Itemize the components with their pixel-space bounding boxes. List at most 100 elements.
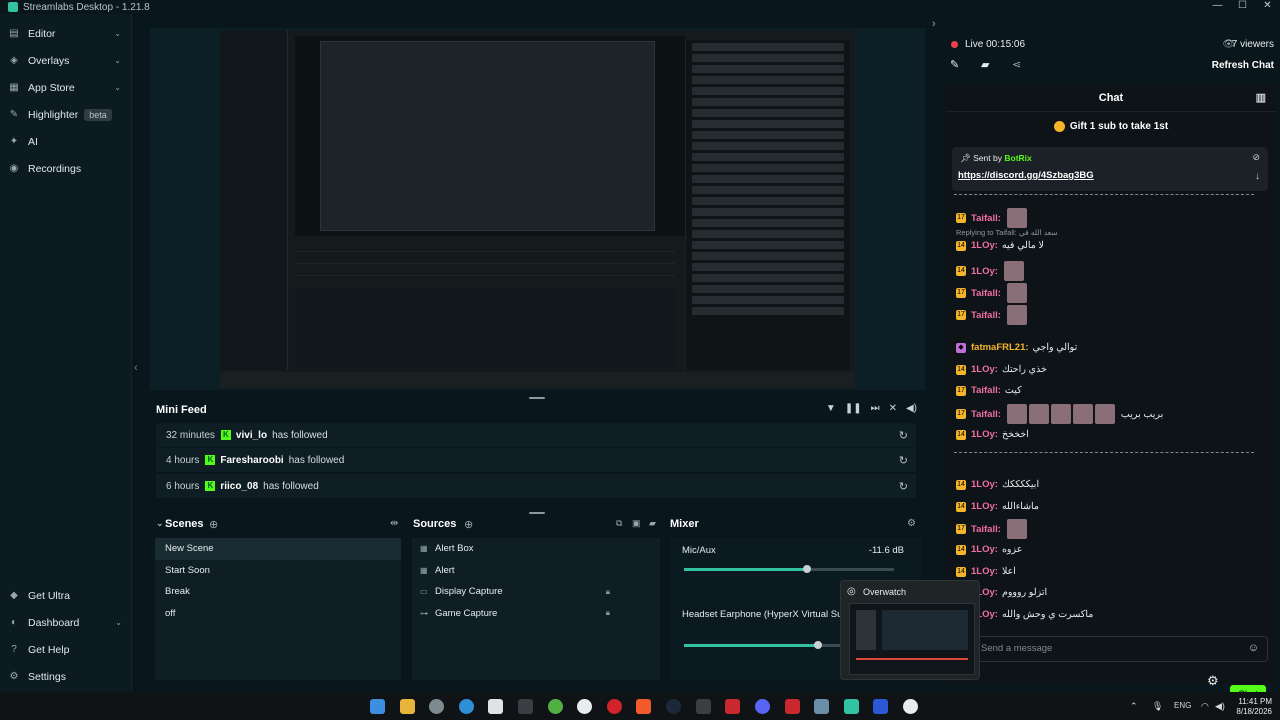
- chat-nick[interactable]: fatmaFRL21:: [971, 342, 1029, 353]
- sidebar-item-ai[interactable]: ✦ AI: [0, 128, 131, 155]
- source-group-icon[interactable]: ▣: [632, 518, 641, 529]
- expand-chat-icon[interactable]: ›: [932, 18, 936, 30]
- app-icon[interactable]: [577, 699, 592, 714]
- source-item[interactable]: ⊶ Game Capture 🔒︎: [412, 603, 660, 625]
- chat-nick[interactable]: 1LOy:: [971, 501, 998, 512]
- chat-settings-icon[interactable]: ⚙: [1207, 673, 1219, 689]
- emote: [1003, 261, 1024, 281]
- feed-event-time: 6 hours: [166, 480, 200, 492]
- volume-icon[interactable]: ◀): [906, 403, 917, 414]
- replay-icon[interactable]: ↻: [899, 429, 908, 442]
- sidebar-item-dashboard[interactable]: ◐ Dashboard ⌄: [0, 609, 132, 636]
- source-settings-icon[interactable]: ⧉: [616, 518, 622, 529]
- chat-nick[interactable]: 1LOy:: [971, 429, 998, 440]
- sidebar-item-highlighter[interactable]: ✎ Highlighter beta: [0, 101, 131, 128]
- sidebar-item-app-store[interactable]: ▦ App Store ⌄: [0, 74, 131, 101]
- maximize-button[interactable]: ☐: [1230, 0, 1255, 11]
- brave-icon[interactable]: [636, 699, 651, 714]
- beta-badge: beta: [84, 108, 112, 121]
- add-source-icon[interactable]: ⊕: [464, 518, 473, 531]
- microphone-icon[interactable]: 🎙︎: [1152, 701, 1163, 712]
- store-icon[interactable]: [488, 699, 503, 714]
- close-button[interactable]: ✕: [1255, 0, 1280, 11]
- refresh-chat-button[interactable]: Refresh Chat: [1212, 60, 1274, 71]
- pause-icon[interactable]: ❚❚: [845, 403, 862, 414]
- skip-icon[interactable]: ⏭: [871, 403, 880, 414]
- sidebar-item-recordings[interactable]: ◉ Recordings: [0, 155, 131, 182]
- sidebar-item-settings[interactable]: ⚙ Settings: [0, 663, 132, 690]
- pinned-link[interactable]: https://discord.gg/4Szbag3BG: [958, 170, 1094, 181]
- scenes-collapse-icon[interactable]: ⌄: [156, 518, 164, 529]
- wifi-icon[interactable]: ◠: [1201, 701, 1209, 712]
- hide-pinned-icon[interactable]: ⊘: [1252, 152, 1260, 163]
- app-icon[interactable]: [725, 699, 740, 714]
- add-scene-icon[interactable]: ⊕: [209, 518, 218, 531]
- emoji-icon[interactable]: ☺: [1248, 642, 1259, 654]
- streamlabs-taskbar-icon[interactable]: [844, 699, 859, 714]
- stream-preview[interactable]: [150, 28, 925, 390]
- source-item[interactable]: ▦ Alert Box: [412, 538, 660, 560]
- gift-banner[interactable]: Gift 1 sub to take 1st: [946, 112, 1276, 142]
- chat-nick[interactable]: 1LOy:: [971, 566, 998, 577]
- filter-icon[interactable]: ▼: [826, 403, 836, 414]
- source-item[interactable]: ▦ Alert: [412, 560, 660, 582]
- settings-app-icon[interactable]: [429, 699, 444, 714]
- chat-nick[interactable]: Taifall:: [971, 409, 1001, 420]
- start-menu-icon[interactable]: [370, 699, 385, 714]
- mute-alerts-icon[interactable]: ✕: [889, 403, 897, 414]
- app-icon[interactable]: [785, 699, 800, 714]
- chat-nick[interactable]: 1LOy:: [971, 544, 998, 555]
- sidebar-item-overlays[interactable]: ◈ Overlays ⌄: [0, 47, 131, 74]
- edge-icon[interactable]: [459, 699, 474, 714]
- preview-resize-handle[interactable]: [529, 397, 545, 399]
- mixer-volume-slider[interactable]: [684, 565, 894, 573]
- app-icon[interactable]: [873, 699, 888, 714]
- source-folder-icon[interactable]: ▰: [649, 518, 656, 529]
- overwatch-taskbar-icon[interactable]: [903, 699, 918, 714]
- chat-nick[interactable]: Taifall:: [971, 288, 1001, 299]
- chat-nick[interactable]: Taifall:: [971, 385, 1001, 396]
- mixer-settings-icon[interactable]: ⚙: [907, 518, 916, 529]
- chat-nick[interactable]: Taifall:: [971, 310, 1001, 321]
- chat-nick[interactable]: 1LOy:: [971, 266, 998, 277]
- app-icon[interactable]: [814, 699, 829, 714]
- language-indicator[interactable]: ENG: [1174, 701, 1191, 710]
- pencil-icon[interactable]: ✎: [950, 58, 959, 71]
- minimize-button[interactable]: —: [1205, 0, 1230, 11]
- collapse-sidebar-icon[interactable]: ‹: [134, 362, 138, 374]
- share-icon[interactable]: ⋖: [1012, 58, 1021, 71]
- replay-icon[interactable]: ↻: [899, 480, 908, 493]
- sidebar-item-get-ultra[interactable]: ◆ Get Ultra: [0, 582, 132, 609]
- opera-icon[interactable]: [607, 699, 622, 714]
- source-item[interactable]: ▭ Display Capture 🔒︎: [412, 581, 660, 603]
- scene-item[interactable]: Break: [155, 581, 401, 603]
- xbox-icon[interactable]: [548, 699, 563, 714]
- scene-item[interactable]: Start Soon: [155, 560, 401, 582]
- lock-icon[interactable]: 🔒︎: [606, 587, 610, 597]
- chat-nick[interactable]: 1LOy:: [971, 479, 998, 490]
- arrow-down-icon[interactable]: ↓: [1255, 171, 1260, 182]
- scene-item[interactable]: off: [155, 603, 401, 625]
- chat-nick[interactable]: 1LOy:: [971, 364, 998, 375]
- scene-transition-icon[interactable]: ⇹: [390, 518, 398, 529]
- file-explorer-icon[interactable]: [400, 699, 415, 714]
- app-icon[interactable]: [518, 699, 533, 714]
- lock-icon[interactable]: 🔒︎: [606, 608, 610, 618]
- chat-nick[interactable]: Taifall:: [971, 524, 1001, 535]
- chevron-up-icon[interactable]: ⌃: [1130, 701, 1138, 712]
- chat-nick[interactable]: Taifall:: [971, 213, 1001, 224]
- folder-icon[interactable]: ▰: [981, 58, 989, 71]
- steam-icon[interactable]: [666, 699, 681, 714]
- sidebar-item-editor[interactable]: ▤ Editor ⌄: [0, 20, 131, 47]
- speaker-icon[interactable]: ◀): [1215, 701, 1225, 712]
- chat-users-icon[interactable]: ▥: [1256, 84, 1266, 112]
- sidebar-item-get-help[interactable]: ? Get Help: [0, 636, 132, 663]
- clock[interactable]: 11:41 PM 8/18/2026: [1236, 697, 1272, 717]
- replay-icon[interactable]: ↻: [899, 454, 908, 467]
- app-icon[interactable]: [696, 699, 711, 714]
- discord-icon[interactable]: [755, 699, 770, 714]
- scene-item[interactable]: New Scene: [155, 538, 401, 560]
- chat-nick[interactable]: 1LOy:: [971, 240, 998, 251]
- taskbar-preview-popup[interactable]: ◎ Overwatch: [840, 580, 980, 680]
- chat-message-input[interactable]: Send a message ☺: [952, 636, 1268, 662]
